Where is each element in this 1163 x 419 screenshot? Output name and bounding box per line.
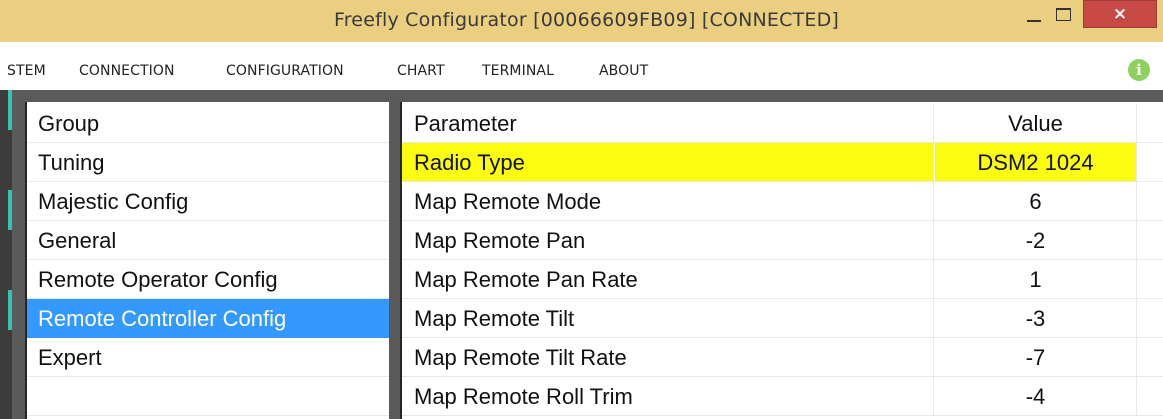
group-item-general[interactable]: General bbox=[27, 221, 389, 260]
info-icon[interactable]: i bbox=[1128, 59, 1150, 81]
parameter-name: Map Remote Tilt Rate bbox=[402, 338, 934, 376]
parameter-name: Map Remote Pan bbox=[402, 221, 934, 259]
parameter-value[interactable]: 6 bbox=[935, 182, 1137, 220]
group-item-tuning[interactable]: Tuning bbox=[27, 143, 389, 182]
menu-configuration[interactable]: CONFIGURATION bbox=[226, 63, 344, 79]
table-row[interactable]: Map Remote Roll Trim -4 bbox=[402, 377, 1163, 416]
window-title: Freefly Configurator [00066609FB09] [CON… bbox=[333, 9, 840, 31]
group-list: Group Tuning Majestic Config General Rem… bbox=[25, 102, 389, 419]
table-row[interactable]: Map Remote Pan -2 bbox=[402, 221, 1163, 260]
parameter-header-row: Parameter Value bbox=[402, 104, 1163, 143]
parameter-name: Map Remote Pan Rate bbox=[402, 260, 934, 298]
left-accent-3 bbox=[8, 290, 12, 330]
table-row[interactable]: Map Remote Pan Rate 1 bbox=[402, 260, 1163, 299]
parameter-name: Map Remote Roll Trim bbox=[402, 377, 934, 415]
group-header[interactable]: Group bbox=[27, 104, 389, 143]
minimize-button[interactable] bbox=[1024, 6, 1044, 26]
group-item-remote-operator-config[interactable]: Remote Operator Config bbox=[27, 260, 389, 299]
parameter-name: Map Remote Tilt bbox=[402, 299, 934, 337]
group-item-empty bbox=[27, 377, 389, 416]
parameter-value[interactable]: -4 bbox=[935, 377, 1137, 415]
parameter-name: Map Remote Mode bbox=[402, 182, 934, 220]
maximize-button[interactable] bbox=[1056, 8, 1071, 21]
left-panel-edge bbox=[0, 90, 12, 419]
title-bar: Freefly Configurator [00066609FB09] [CON… bbox=[0, 0, 1163, 42]
table-row[interactable]: Map Remote Tilt -3 bbox=[402, 299, 1163, 338]
menu-system[interactable]: STEM bbox=[7, 63, 46, 79]
parameter-value[interactable]: 1 bbox=[935, 260, 1137, 298]
parameter-column-header[interactable]: Parameter bbox=[402, 104, 934, 142]
group-item-expert[interactable]: Expert bbox=[27, 338, 389, 377]
parameter-table: Parameter Value Radio Type DSM2 1024 Map… bbox=[400, 102, 1163, 419]
menu-terminal[interactable]: TERMINAL bbox=[482, 63, 554, 79]
menu-chart[interactable]: CHART bbox=[397, 63, 445, 79]
table-row[interactable]: Map Remote Mode 6 bbox=[402, 182, 1163, 221]
value-column-header[interactable]: Value bbox=[935, 104, 1137, 142]
close-button[interactable]: × bbox=[1083, 0, 1157, 28]
parameter-value[interactable]: DSM2 1024 bbox=[935, 143, 1137, 181]
left-accent-1 bbox=[8, 90, 12, 130]
menu-connection[interactable]: CONNECTION bbox=[79, 63, 175, 79]
group-item-remote-controller-config[interactable]: Remote Controller Config bbox=[27, 299, 389, 338]
parameter-value[interactable]: -3 bbox=[935, 299, 1137, 337]
table-row[interactable]: Radio Type DSM2 1024 bbox=[402, 143, 1163, 182]
parameter-value[interactable]: -2 bbox=[935, 221, 1137, 259]
menu-about[interactable]: ABOUT bbox=[599, 63, 648, 79]
parameter-name: Radio Type bbox=[402, 143, 934, 181]
table-row[interactable]: Map Remote Tilt Rate -7 bbox=[402, 338, 1163, 377]
menu-bar: STEM CONNECTION CONFIGURATION CHART TERM… bbox=[0, 42, 1163, 90]
group-item-majestic-config[interactable]: Majestic Config bbox=[27, 182, 389, 221]
left-accent-2 bbox=[8, 190, 12, 230]
parameter-value[interactable]: -7 bbox=[935, 338, 1137, 376]
